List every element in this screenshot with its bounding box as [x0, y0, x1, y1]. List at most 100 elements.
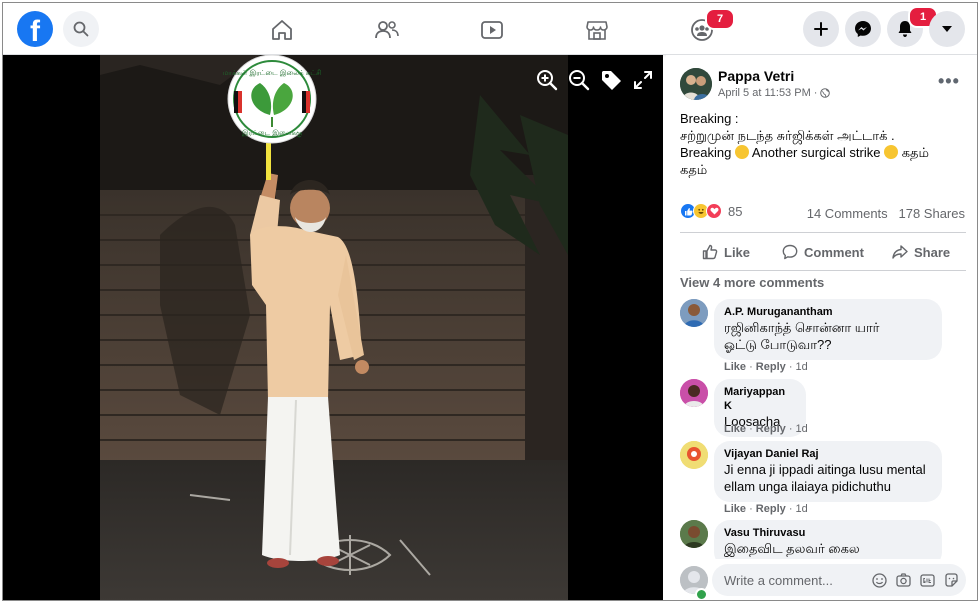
comment-bubble: A.P. Muruganantham ரஜினிகாந்த் சொன்னா யா… — [714, 299, 942, 360]
commenter-avatar[interactable] — [680, 520, 708, 548]
comment-like-link[interactable]: Like — [724, 503, 746, 515]
commenter-avatar[interactable] — [680, 379, 708, 407]
comment-button[interactable]: Comment — [782, 240, 864, 264]
post-text-segment: Another surgical strike — [751, 145, 881, 160]
marketplace-icon — [586, 21, 608, 40]
search-button[interactable] — [63, 11, 99, 47]
post-text-line: Breaking : — [680, 111, 739, 126]
comment-text: இதைவிட தலவர் கைல — [724, 541, 860, 556]
comment-text: Ji enna ji ippadi aitinga lusu mental — [724, 462, 926, 477]
commenter-name[interactable]: Mariyappan K — [724, 385, 796, 413]
like-button[interactable]: Like — [702, 240, 750, 264]
nav-home[interactable] — [269, 17, 295, 43]
watch-icon — [481, 21, 503, 39]
comment-item: A.P. Muruganantham ரஜினிகாந்த் சொன்னா யா… — [680, 299, 970, 379]
post-details-panel: Pappa Vetri April 5 at 11:53 PM · ••• Br… — [666, 55, 977, 600]
tag-icon — [602, 71, 621, 90]
like-button-label: Like — [724, 244, 751, 260]
plus-icon — [814, 22, 828, 36]
online-status-dot — [695, 588, 708, 600]
top-navigation-bar: f 7 1 — [3, 3, 977, 55]
post-author-name[interactable]: Pappa Vetri — [718, 68, 794, 84]
commenter-name[interactable]: Vijayan Daniel Raj — [724, 447, 932, 461]
friends-icon — [375, 21, 399, 39]
window-frame: f 7 1 மாக்கள் இரட்டை இலைக் கட்சி இரட்டை … — [2, 2, 978, 601]
divider — [680, 232, 966, 233]
create-button[interactable] — [803, 11, 839, 47]
sticker-icon — [944, 572, 958, 587]
comment-actions: Like · Reply · 1d — [724, 423, 808, 435]
comment-like-link[interactable]: Like — [724, 423, 746, 435]
commenter-avatar[interactable] — [680, 299, 708, 327]
zoom-in-button[interactable] — [535, 68, 559, 92]
engagement-counts: 14 Comments 178 Shares — [807, 206, 965, 221]
comment-age[interactable]: 1d — [796, 503, 808, 515]
comment-item: Mariyappan K Loosacha Like · Reply · 1d — [680, 379, 970, 439]
post-timestamp[interactable]: April 5 at 11:53 PM — [718, 87, 811, 99]
zoom-out-button[interactable] — [567, 68, 591, 92]
smile-emoji-icon — [734, 145, 749, 159]
facebook-logo-icon[interactable]: f — [17, 11, 53, 47]
post-text-segment: கதம் — [901, 145, 929, 160]
reaction-count: 85 — [728, 203, 743, 219]
photo-button[interactable] — [895, 572, 911, 588]
comment-text: ஓட்டு போடுவா?? — [724, 337, 832, 352]
comment-age[interactable]: 1d — [796, 423, 808, 435]
comment-item: Vijayan Daniel Raj Ji enna ji ippadi ait… — [680, 441, 970, 521]
nav-watch[interactable] — [479, 17, 505, 43]
gif-button[interactable] — [919, 572, 935, 588]
divider — [680, 270, 966, 271]
like-icon — [702, 244, 718, 260]
comment-text: ellam unga ilaiaya pidichuthu — [724, 479, 891, 494]
author-avatar[interactable] — [680, 68, 712, 100]
comment-actions: Like · Reply · 1d — [724, 503, 808, 515]
post-photo[interactable]: மாக்கள் இரட்டை இலைக் கட்சி இரட்டை இலைக்க… — [100, 55, 568, 600]
messenger-button[interactable] — [845, 11, 881, 47]
search-icon — [73, 21, 89, 37]
smile-emoji-icon — [884, 145, 899, 159]
commenter-avatar[interactable] — [680, 441, 708, 469]
share-icon — [892, 245, 908, 259]
smiley-icon — [871, 572, 887, 588]
post-text: Breaking : சற்றுமுன் நடந்த சுர்ஜிக்கள் அ… — [680, 110, 970, 178]
camera-icon — [895, 573, 911, 587]
tag-photo-button[interactable] — [599, 68, 623, 92]
comment-input-placeholder: Write a comment... — [724, 573, 833, 588]
view-more-comments-link[interactable]: View 4 more comments — [680, 275, 824, 290]
comment-actions: Like · Reply · 1d — [724, 361, 808, 373]
photo-viewer: மாக்கள் இரட்டை இலைக் கட்சி இரட்டை இலைக்க… — [3, 55, 663, 600]
commenter-name[interactable]: A.P. Muruganantham — [724, 305, 932, 319]
post-text-line: கதம் — [680, 162, 708, 177]
commenter-name[interactable]: Vasu Thiruvasu — [724, 526, 932, 540]
comment-age[interactable]: 1d — [796, 361, 808, 373]
love-reaction-icon — [706, 203, 722, 219]
comment-text: ரஜினிகாந்த் சொன்னா யார் — [724, 320, 880, 335]
comment-reply-link[interactable]: Reply — [756, 423, 786, 435]
share-button-label: Share — [914, 244, 951, 260]
share-button[interactable]: Share — [892, 240, 950, 264]
sticker-button[interactable] — [943, 572, 959, 588]
account-menu-button[interactable] — [929, 11, 965, 47]
comment-bubble: Vijayan Daniel Raj Ji enna ji ippadi ait… — [714, 441, 942, 502]
shares-count-link[interactable]: 178 Shares — [899, 206, 966, 221]
caret-down-icon — [942, 26, 952, 32]
write-comment-row: Write a comment... — [666, 559, 977, 600]
zoom-out-icon — [569, 70, 590, 91]
nav-friends[interactable] — [374, 17, 400, 43]
emoji-button[interactable] — [871, 572, 887, 588]
groups-badge: 7 — [705, 8, 735, 30]
fullscreen-button[interactable] — [631, 68, 655, 92]
photo-image: மாக்கள் இரட்டை இலைக் கட்சி இரட்டை இலைக்க… — [100, 55, 568, 600]
comment-reply-link[interactable]: Reply — [756, 503, 786, 515]
nav-marketplace[interactable] — [584, 17, 610, 43]
gif-icon — [919, 573, 935, 587]
comments-count-link[interactable]: 14 Comments — [807, 206, 888, 221]
comment-reply-link[interactable]: Reply — [756, 361, 786, 373]
more-options-button[interactable]: ••• — [938, 71, 960, 92]
reactions-summary[interactable]: 85 — [680, 203, 742, 219]
comment-like-link[interactable]: Like — [724, 361, 746, 373]
comment-input[interactable]: Write a comment... — [712, 564, 966, 596]
fullscreen-icon — [634, 71, 652, 89]
globe-icon — [820, 88, 831, 98]
sign-top-text: மாக்கள் இரட்டை இலைக் கட்சி — [223, 69, 322, 77]
